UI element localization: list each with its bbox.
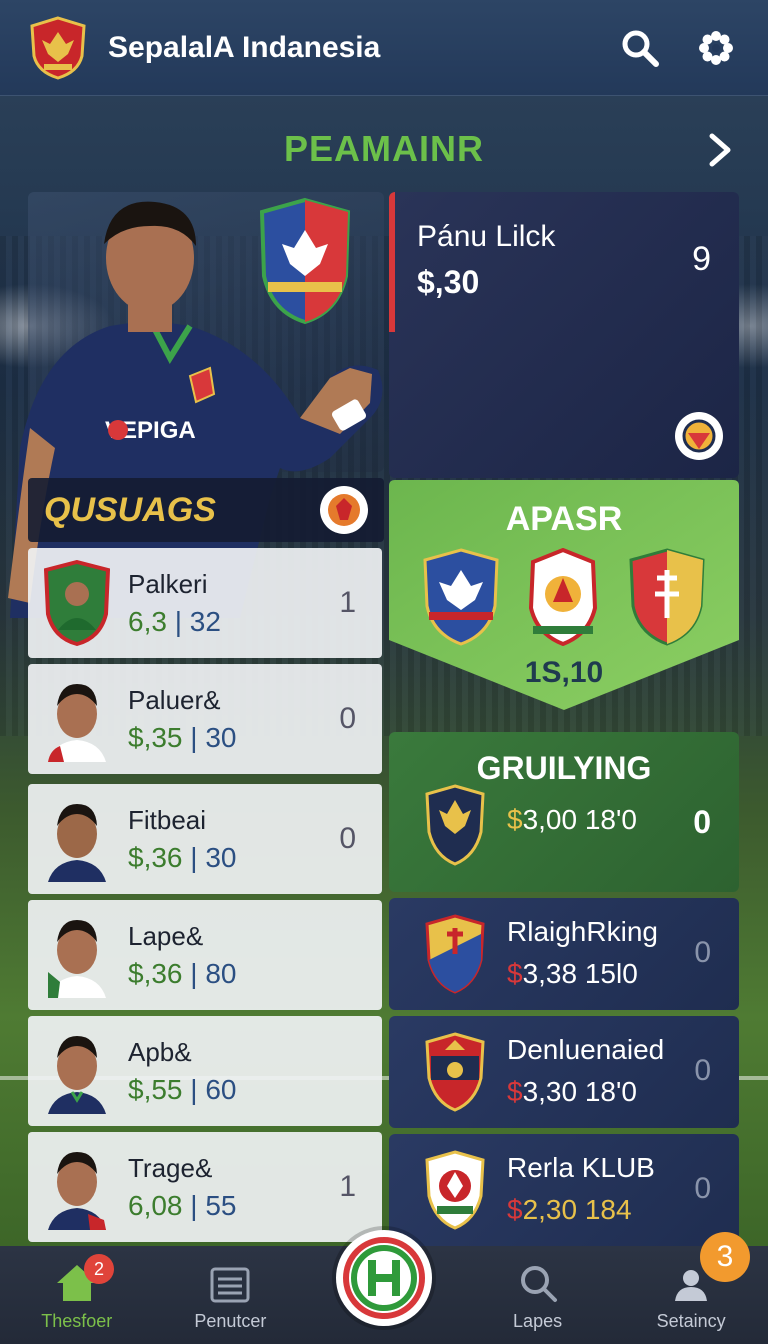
player-rank: 1 xyxy=(339,1170,356,1203)
club-price: $3,38 15l0 xyxy=(507,958,638,989)
club-crest-icon xyxy=(259,197,351,325)
nav-label-penutcer: Penutcer xyxy=(194,1311,267,1331)
featured-player-number: 9 xyxy=(692,240,711,278)
player-name: Fitbeai xyxy=(128,804,207,835)
nav-item-home[interactable]: Thesfoer xyxy=(0,1246,154,1344)
list-item[interactable]: Apb& $,55 | 60 xyxy=(28,1016,382,1126)
club-name: Rerla KLUB xyxy=(507,1152,655,1183)
club-crest-icon xyxy=(425,784,485,866)
list-header: QUSUAGS xyxy=(28,478,384,542)
app-title: SepalalA Indanesia xyxy=(108,30,381,64)
list-item[interactable]: Fitbeai $,36 | 30 0 xyxy=(28,784,382,894)
center-action-button[interactable] xyxy=(336,1230,432,1326)
search-button[interactable] xyxy=(616,24,664,72)
club-crest-icon xyxy=(423,548,499,646)
club-badge-icon xyxy=(328,494,360,526)
list-item[interactable]: Palkeri 6,3 | 32 1 xyxy=(28,548,382,658)
player-crest-icon xyxy=(44,560,110,646)
club-number: 0 xyxy=(694,1172,711,1205)
club-crest-icon xyxy=(425,1032,485,1112)
nav-label-setaincy: Setaincy xyxy=(656,1311,726,1331)
player-rank: 1 xyxy=(339,586,356,619)
list-item[interactable]: Paluer& $,35 | 30 0 xyxy=(28,664,382,774)
club-card[interactable]: Denluenaied $3,30 18'0 0 xyxy=(389,1016,739,1128)
apasr-title: APASR xyxy=(505,500,623,538)
app-header: SepalalA Indanesia xyxy=(0,0,768,96)
app-brand-icon xyxy=(343,1237,425,1319)
settings-button[interactable] xyxy=(692,24,740,72)
list-icon xyxy=(210,1267,250,1303)
player-rank: 0 xyxy=(339,702,356,735)
gear-icon xyxy=(699,30,733,65)
list-item[interactable]: Trage& 6,08 | 55 1 xyxy=(28,1132,382,1242)
user-icon xyxy=(675,1270,708,1301)
chevron-right-icon[interactable] xyxy=(700,130,740,170)
player-avatar xyxy=(48,1036,106,1114)
search-icon xyxy=(622,30,659,67)
player-name: Palkeri xyxy=(128,568,208,599)
player-name: Apb& xyxy=(128,1036,192,1067)
setaincy-notification-badge: 3 xyxy=(700,1232,750,1282)
featured-player-price: $,30 xyxy=(417,264,480,300)
list-title: QUSUAGS xyxy=(44,490,216,529)
gruilying-price: $3,00 18'0 xyxy=(507,804,637,835)
club-crest-icon xyxy=(629,548,705,646)
featured-player-name: Pánu Lilck xyxy=(417,220,556,253)
gruilying-number: 0 xyxy=(693,804,711,840)
featured-player-card[interactable]: Pánu Lilck $,30 9 xyxy=(389,192,739,478)
club-badge-icon xyxy=(682,419,716,453)
app-logo-icon xyxy=(30,15,86,80)
club-price: $3,30 18'0 xyxy=(507,1076,637,1107)
club-price: $2,30 184 xyxy=(507,1194,632,1225)
club-name: Denluenaied xyxy=(507,1034,665,1065)
home-notification-badge: 2 xyxy=(84,1254,114,1284)
player-avatar xyxy=(48,804,106,882)
club-number: 0 xyxy=(694,936,711,969)
apasr-value: 1S,10 xyxy=(524,656,604,689)
apasr-card[interactable]: APASR 1S,10 xyxy=(389,480,739,712)
gruilying-title: GRUILYING xyxy=(476,750,652,786)
player-rank: 0 xyxy=(339,822,356,855)
section-title: PEAMAINR xyxy=(283,128,484,169)
nav-item-penutcer[interactable]: Penutcer xyxy=(154,1246,308,1344)
club-crest-icon xyxy=(528,548,598,646)
player-avatar xyxy=(48,920,106,998)
nav-label-lapes: Lapes xyxy=(513,1311,563,1331)
list-item[interactable]: Lape& $,36 | 80 xyxy=(28,900,382,1010)
club-card[interactable]: RlaighRking $3,38 15l0 0 xyxy=(389,898,739,1010)
list-header-badge[interactable] xyxy=(320,486,368,534)
player-name: Lape& xyxy=(128,920,204,951)
search-icon xyxy=(520,1266,557,1302)
player-name: Paluer& xyxy=(128,684,221,715)
player-avatar xyxy=(48,1152,106,1230)
club-crest-icon xyxy=(425,914,485,994)
club-name: RlaighRking xyxy=(507,916,658,947)
club-card[interactable]: Rerla KLUB $2,30 184 0 xyxy=(389,1134,739,1246)
club-crest-icon xyxy=(425,1150,485,1230)
player-avatar xyxy=(48,684,106,762)
player-name: Trage& xyxy=(128,1152,213,1183)
nav-label-home: Thesfoer xyxy=(41,1311,113,1331)
nav-item-lapes[interactable]: Lapes xyxy=(461,1246,615,1344)
club-number: 0 xyxy=(694,1054,711,1087)
featured-badge xyxy=(675,412,723,460)
gruilying-card[interactable]: GRUILYING $3,00 18'0 0 xyxy=(389,732,739,892)
